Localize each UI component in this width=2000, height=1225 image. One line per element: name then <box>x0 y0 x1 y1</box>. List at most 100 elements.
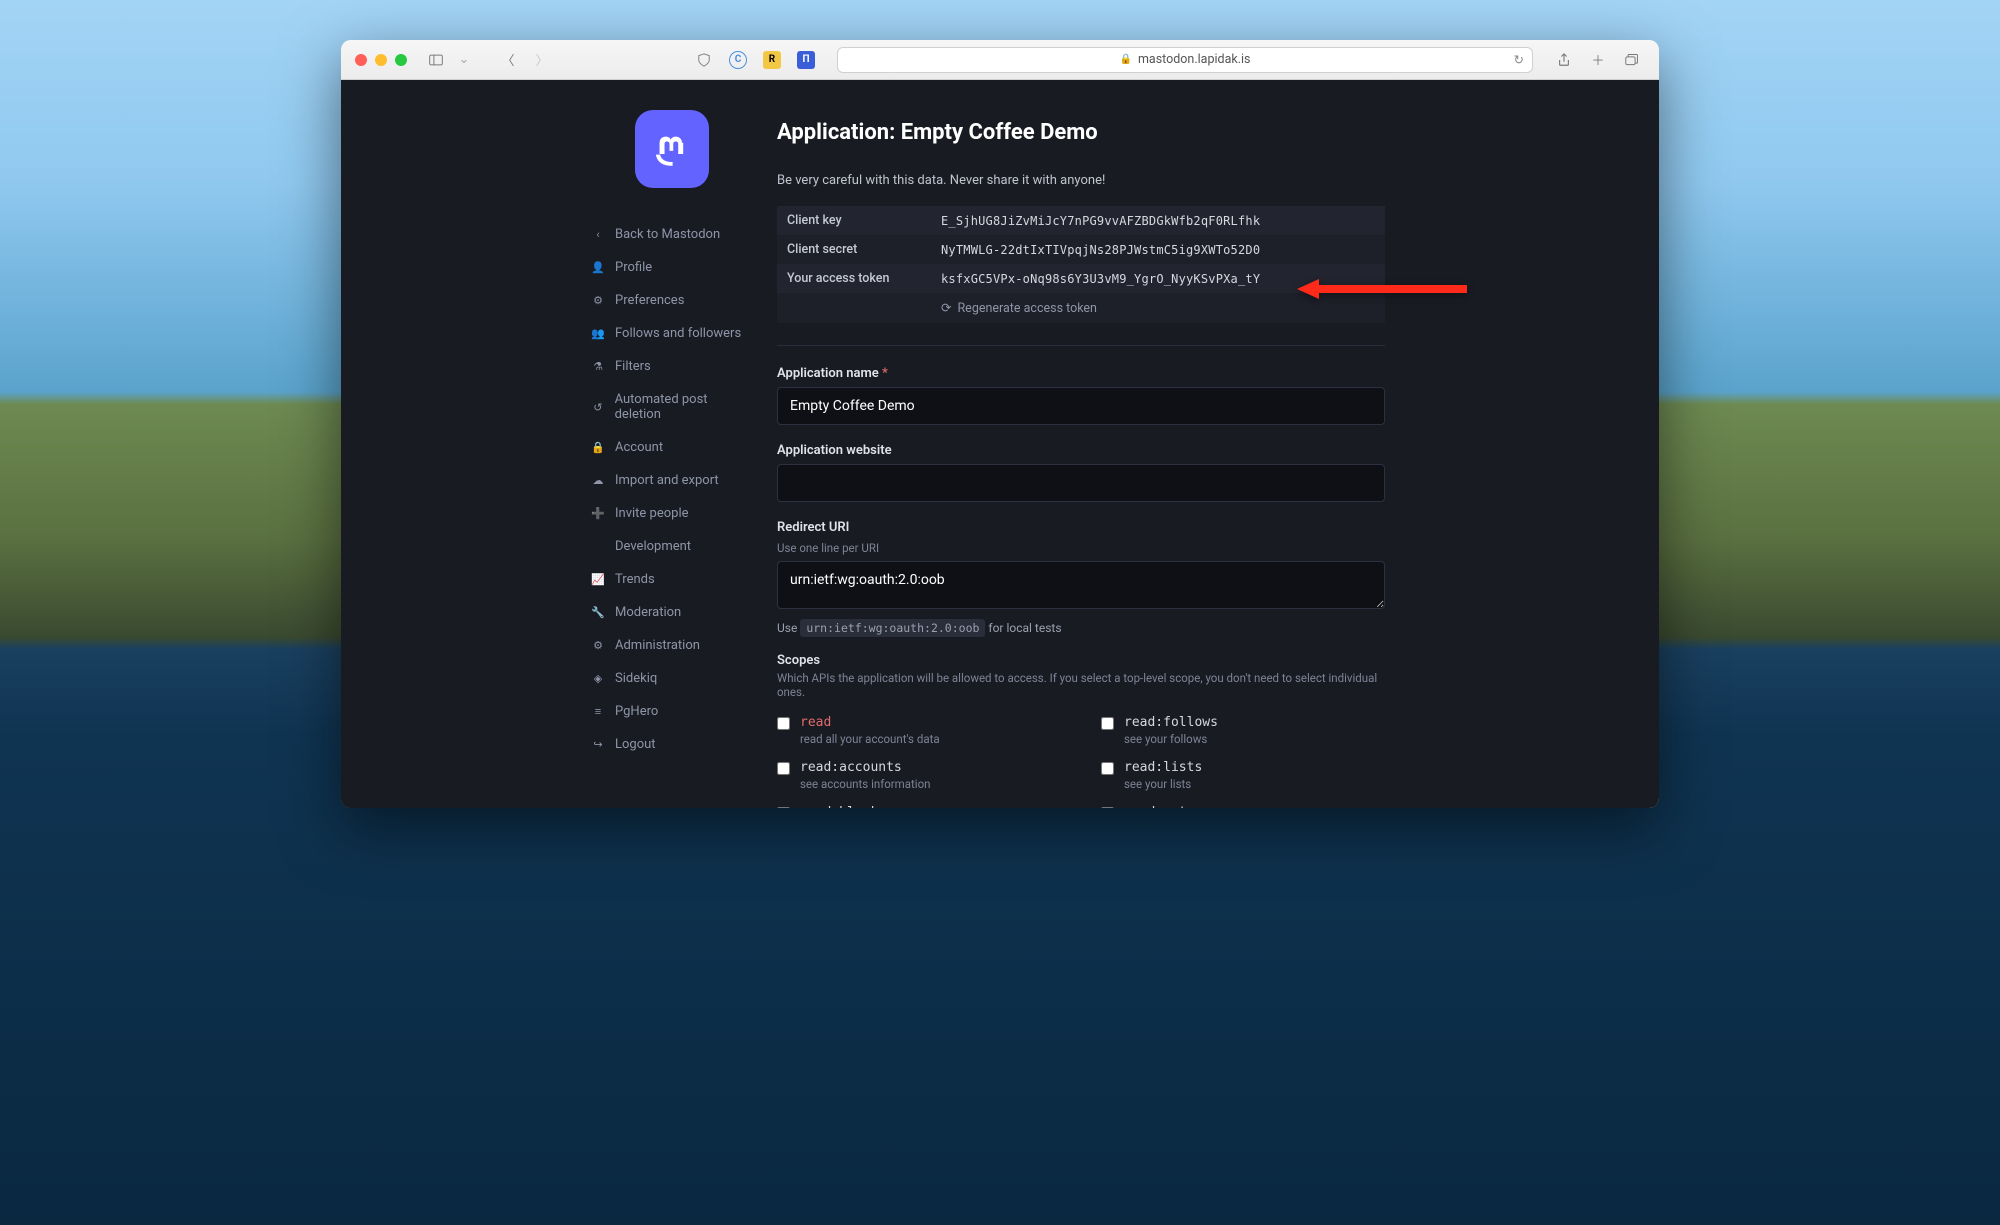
scope-name: read:blocks <box>800 805 886 808</box>
redirect-uri-input[interactable] <box>777 561 1385 609</box>
sidebar-item-trends[interactable]: 📈 Trends <box>587 563 757 596</box>
share-button[interactable] <box>1551 49 1577 71</box>
sidebar-item-follows-and-followers[interactable]: 👥 Follows and followers <box>587 317 757 350</box>
warning-text: Be very careful with this data. Never sh… <box>777 173 1629 188</box>
close-window-button[interactable] <box>355 54 367 66</box>
mastodon-logo[interactable] <box>635 110 709 188</box>
scopes-label: Scopes <box>777 653 1385 668</box>
sidebar-item-moderation[interactable]: 🔧Moderation <box>587 596 757 629</box>
sidebar-nav: ‹Back to Mastodon 👤 Profile ⚙Preferences 👥 Fo… <box>587 218 757 761</box>
scopes-hint: Which APIs the application will be allow… <box>777 671 1385 699</box>
sidebar-item-label: Follows and followers <box>615 326 741 341</box>
sidebar-item-icon: ≡ <box>591 705 605 718</box>
extension-icon-2[interactable]: R <box>759 49 785 71</box>
sidebar-item-label: Import and export <box>615 473 719 488</box>
credential-row: Client secretNyTMWLG-22dtIxTIVpqjNs28PJW… <box>777 235 1385 264</box>
minimize-window-button[interactable] <box>375 54 387 66</box>
sidebar-item-label: Invite people <box>615 506 689 521</box>
sidebar-item-label: Sidekiq <box>615 671 657 686</box>
tabs-overview-button[interactable] <box>1619 49 1645 71</box>
reload-icon[interactable]: ↻ <box>1514 52 1524 68</box>
scope-checkbox[interactable] <box>777 717 790 730</box>
sidebar-item-preferences[interactable]: ⚙Preferences <box>587 284 757 317</box>
scopes-grid: readread all your account's data read:acc… <box>777 715 1385 808</box>
scope-checkbox[interactable] <box>777 807 790 808</box>
refresh-icon: ⟳ <box>941 300 951 316</box>
scope-checkbox[interactable] <box>1101 717 1114 730</box>
extension-icon-3[interactable]: П <box>793 49 819 71</box>
sidebar-item-back-to-mastodon[interactable]: ‹Back to Mastodon <box>587 218 757 251</box>
shield-icon[interactable] <box>691 49 717 71</box>
sidebar-toggle-button[interactable] <box>423 49 449 71</box>
sidebar-item-import-and-export[interactable]: ☁ Import and export <box>587 464 757 497</box>
browser-window: ⌄ 〈 〉 C R П 🔒 mastodon.lapidak.is ↻ ＋ <box>341 40 1659 808</box>
app-name-label: Application name * <box>777 366 1385 381</box>
sidebar-item-profile[interactable]: 👤 Profile <box>587 251 757 284</box>
url-text: mastodon.lapidak.is <box>1138 52 1251 67</box>
sidebar-item-sidekiq[interactable]: ◈ Sidekiq <box>587 662 757 695</box>
page-title: Application: Empty Coffee Demo <box>777 120 1629 145</box>
regenerate-token-link[interactable]: ⟳ Regenerate access token <box>941 300 1375 316</box>
sidebar-item-icon: 🔒 <box>591 441 605 454</box>
sidebar-item-icon: ↺ <box>591 401 605 414</box>
credential-key: Your access token <box>777 264 931 293</box>
page-content: ‹Back to Mastodon 👤 Profile ⚙Preferences 👥 Fo… <box>341 80 1659 808</box>
sidebar-item-automated-post-deletion[interactable]: ↺Automated post deletion <box>587 383 757 431</box>
sidebar-item-label: Trends <box>615 572 655 587</box>
back-button[interactable]: 〈 <box>495 49 521 71</box>
scope-read-follows: read:followssee your follows <box>1101 715 1385 746</box>
scope-name: read:accounts <box>800 760 931 775</box>
credential-key: Client key <box>777 206 931 235</box>
scope-desc: see your lists <box>1124 777 1202 791</box>
scope-desc: see accounts information <box>800 777 931 791</box>
credential-value[interactable]: ksfxGC5VPx-oNq98s6Y3U3vM9_YgrO_NyyKSvPXa… <box>931 264 1385 293</box>
sidebar-item-label: PgHero <box>615 704 658 719</box>
sidebar-item-icon: ☁ <box>591 474 605 487</box>
scope-checkbox[interactable] <box>777 762 790 775</box>
sidebar-item-account[interactable]: 🔒Account <box>587 431 757 464</box>
sidebar-item-icon: ↪ <box>591 738 605 751</box>
sidebar-item-icon: ⚗ <box>591 360 605 373</box>
sidebar-item-filters[interactable]: ⚗ Filters <box>587 350 757 383</box>
lock-icon: 🔒 <box>1119 54 1131 65</box>
redirect-uri-hint: Use one line per URI <box>777 541 1385 555</box>
credential-value[interactable]: NyTMWLG-22dtIxTIVpqjNs28PJWstmC5ig9XWTo5… <box>931 235 1385 264</box>
sidebar-item-icon: 📈 <box>591 573 605 586</box>
sidebar-item-invite-people[interactable]: ➕ Invite people <box>587 497 757 530</box>
scope-name: read <box>800 715 940 730</box>
credential-row: Client keyE_SjhUG8JiZvMiJcY7nPG9vvAFZBDG… <box>777 206 1385 235</box>
sidebar-item-icon: ‹ <box>591 228 605 241</box>
scope-read: readread all your account's data <box>777 715 1061 746</box>
url-bar[interactable]: 🔒 mastodon.lapidak.is ↻ <box>837 47 1533 73</box>
zoom-window-button[interactable] <box>395 54 407 66</box>
scope-checkbox[interactable] <box>1101 762 1114 775</box>
browser-toolbar: ⌄ 〈 〉 C R П 🔒 mastodon.lapidak.is ↻ ＋ <box>341 40 1659 80</box>
redirect-uri-label: Redirect URI <box>777 520 1385 535</box>
sidebar-item-icon: ⚙ <box>591 639 605 652</box>
new-tab-button[interactable]: ＋ <box>1585 49 1611 71</box>
app-name-input[interactable] <box>777 387 1385 425</box>
sidebar-item-label: Profile <box>615 260 652 275</box>
sidebar-item-development[interactable]: Development <box>587 530 757 563</box>
extension-icon-1[interactable]: C <box>725 49 751 71</box>
sidebar-item-icon: ➕ <box>591 507 605 520</box>
app-website-label: Application website <box>777 443 1385 458</box>
sidebar-item-icon: 👤 <box>591 261 605 274</box>
sidebar-item-label: Filters <box>615 359 651 374</box>
scope-checkbox[interactable] <box>1101 807 1114 808</box>
sidebar-item-icon: ◈ <box>591 672 605 685</box>
sidebar-item-administration[interactable]: ⚙ Administration <box>587 629 757 662</box>
app-website-input[interactable] <box>777 464 1385 502</box>
scope-read-lists: read:listssee your lists <box>1101 760 1385 791</box>
sidebar-dropdown-icon[interactable]: ⌄ <box>457 49 471 71</box>
sidebar-item-icon: 👥 <box>591 327 605 340</box>
credential-row: Your access tokenksfxGC5VPx-oNq98s6Y3U3v… <box>777 264 1385 293</box>
sidebar: ‹Back to Mastodon 👤 Profile ⚙Preferences 👥 Fo… <box>341 80 757 808</box>
window-controls <box>355 54 407 66</box>
sidebar-item-logout[interactable]: ↪Logout <box>587 728 757 761</box>
sidebar-item-pghero[interactable]: ≡ PgHero <box>587 695 757 728</box>
divider <box>777 345 1385 346</box>
credential-value[interactable]: E_SjhUG8JiZvMiJcY7nPG9vvAFZBDGkWfb2qF0RL… <box>931 206 1385 235</box>
forward-button[interactable]: 〉 <box>529 49 555 71</box>
sidebar-item-label: Administration <box>615 638 700 653</box>
